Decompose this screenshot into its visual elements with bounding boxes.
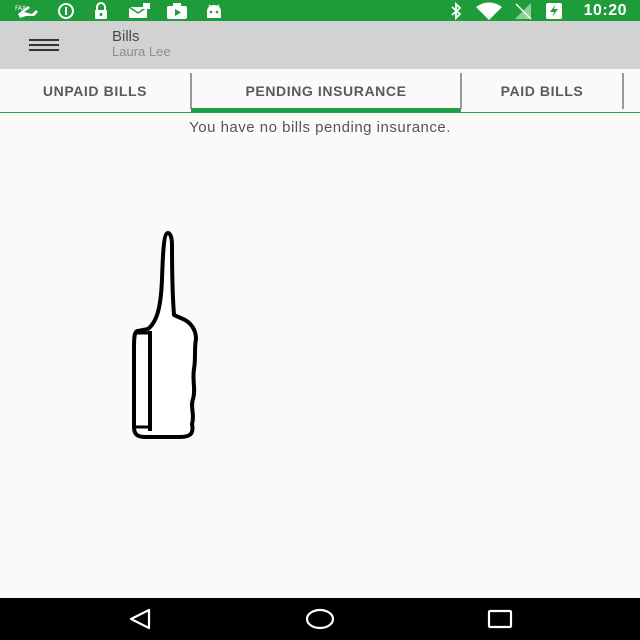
content-area: You have no bills pending insurance. [0,113,640,598]
pointing-hand-icon [128,229,208,449]
status-clock: 10:20 [583,2,627,19]
tab-divider [622,73,624,109]
empty-state-message: You have no bills pending insurance. [189,119,451,136]
tab-pending-insurance[interactable]: PENDING INSURANCE [191,69,461,112]
status-bar: FAX 10:20 [0,0,640,21]
page-title: Bills [112,28,140,45]
tab-bar: UNPAID BILLS PENDING INSURANCE PAID BILL… [0,69,640,113]
android-icon [204,1,224,20]
tab-paid-bills[interactable]: PAID BILLS [462,69,622,112]
circle-info-icon [56,1,76,20]
battery-charging-icon [544,1,564,20]
play-store-icon [166,1,188,20]
mail-stack-icon [127,1,151,20]
cell-signal-off-icon [512,1,534,20]
wifi-icon [474,1,504,20]
app-bar: Bills Laura Lee [0,21,640,69]
page-subtitle: Laura Lee [112,44,171,59]
svg-text:FAX: FAX [15,5,26,12]
bluetooth-icon [448,1,464,20]
hamburger-menu-icon [29,39,59,51]
home-icon [305,608,335,630]
fax-plane-icon: FAX [14,1,42,20]
recents-icon [487,609,513,629]
home-button[interactable] [290,598,350,640]
back-button[interactable] [110,598,170,640]
lock-icon [92,1,110,20]
back-icon [129,608,151,630]
menu-button[interactable] [18,29,70,61]
recents-button[interactable] [470,598,530,640]
system-nav-bar [0,598,640,640]
tab-unpaid-bills[interactable]: UNPAID BILLS [0,69,190,112]
